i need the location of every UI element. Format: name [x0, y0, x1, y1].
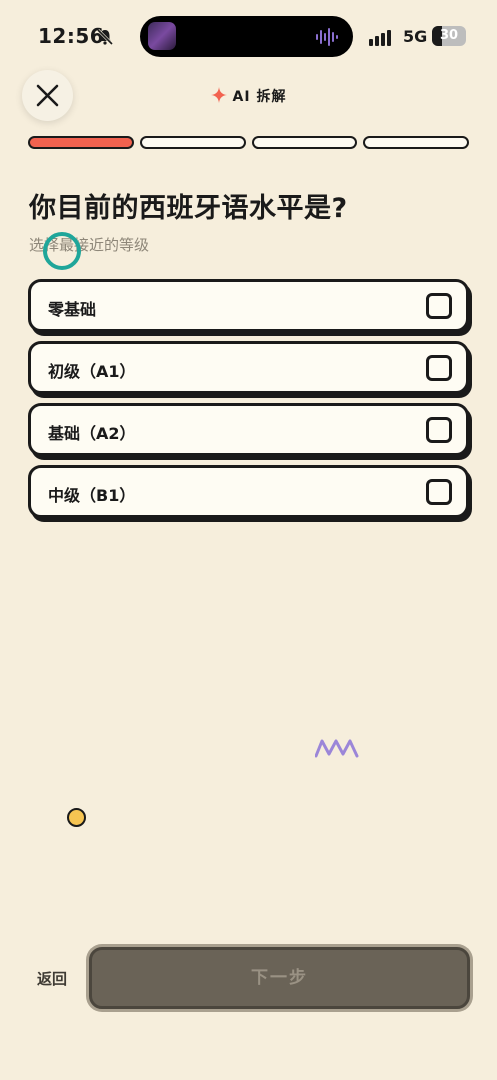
option-label: 初级（A1） [48, 362, 136, 381]
next-step-label: 下一步 [251, 968, 308, 988]
dynamic-island[interactable] [140, 16, 353, 57]
option-intermediate-b1[interactable]: 中级（B1） [28, 465, 469, 518]
signal-icon [369, 30, 391, 46]
zigzag-decoration-icon [315, 739, 359, 758]
option-label: 零基础 [48, 300, 97, 319]
header-title-text: AI 拆解 [232, 89, 287, 105]
battery-percent: 30 [439, 28, 459, 43]
next-step-button[interactable]: 下一步 [89, 947, 470, 1009]
progress-segment [363, 136, 469, 149]
touch-indicator [43, 232, 81, 270]
option-checkbox[interactable] [426, 355, 452, 381]
dot-decoration [67, 808, 86, 827]
option-label: 中级（B1） [48, 486, 136, 505]
network-type: 5G [403, 27, 428, 46]
option-checkbox[interactable] [426, 479, 452, 505]
option-checkbox[interactable] [426, 417, 452, 443]
header-title: AI 拆解 [0, 86, 497, 106]
status-bar: 12:56 5G 30 [0, 0, 497, 72]
now-playing-artwork [148, 22, 176, 50]
bell-muted-icon [96, 28, 114, 46]
question-title: 你目前的西班牙语水平是? [29, 193, 348, 224]
step-progress-bar [28, 136, 469, 150]
battery-icon: 30 [432, 26, 466, 46]
option-elementary-a2[interactable]: 基础（A2） [28, 403, 469, 456]
progress-segment [28, 136, 134, 149]
option-zero-basics[interactable]: 零基础 [28, 279, 469, 332]
audio-wave-icon [316, 28, 338, 46]
option-label: 基础（A2） [48, 424, 136, 443]
sparkle-icon [210, 87, 227, 103]
options-list: 零基础 初级（A1） 基础（A2） 中级（B1） [28, 279, 469, 527]
progress-segment [251, 136, 358, 149]
back-button[interactable]: 返回 [37, 968, 67, 989]
progress-segment [139, 136, 246, 149]
option-checkbox[interactable] [426, 293, 452, 319]
status-time: 12:56 [38, 24, 105, 48]
option-beginner-a1[interactable]: 初级（A1） [28, 341, 469, 394]
